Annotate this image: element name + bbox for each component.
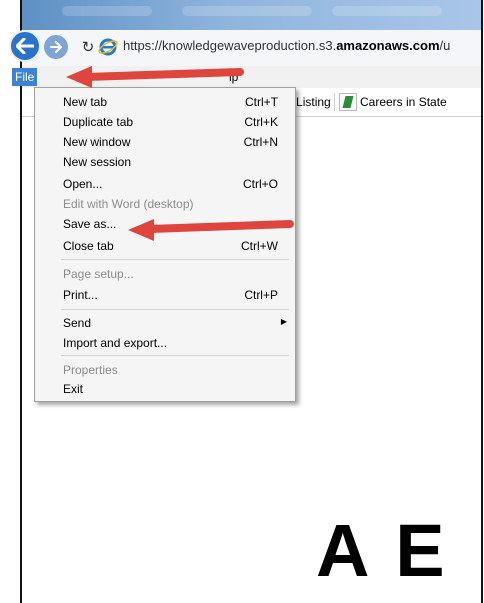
menu-file[interactable]: File — [12, 68, 38, 86]
menu-item-label: Save as... — [63, 217, 117, 231]
menu-item-shortcut: Ctrl+N — [243, 135, 278, 149]
menu-item-label: New session — [63, 155, 132, 169]
menu-item-print[interactable]: Print... Ctrl+P — [35, 285, 295, 305]
menu-help[interactable]: lp — [229, 68, 238, 86]
menu-item-label: New window — [63, 135, 131, 149]
menu-bar — [22, 66, 481, 89]
menu-item-shortcut: Ctrl+T — [245, 95, 278, 109]
menu-item-page-setup: Page setup... — [35, 264, 295, 284]
menu-separator — [61, 309, 289, 310]
url-domain: amazonaws.com — [336, 38, 440, 53]
menu-item-send[interactable]: Send ▶ — [35, 313, 295, 333]
menu-item-label: Open... — [63, 177, 103, 191]
menu-separator — [61, 355, 289, 356]
menu-item-label: Page setup... — [63, 267, 134, 281]
forward-button[interactable] — [44, 35, 68, 59]
menu-item-label: Exit — [63, 382, 84, 396]
menu-item-shortcut: Ctrl+K — [244, 115, 278, 129]
menu-item-label: Properties — [63, 363, 118, 377]
url-prefix: https://knowledgewaveproduction.s3. — [123, 38, 337, 53]
menu-item-new-tab[interactable]: New tab Ctrl+T — [35, 92, 295, 112]
menu-separator — [61, 259, 289, 260]
menu-item-save-as[interactable]: Save as... — [35, 214, 295, 234]
menu-item-label: Print... — [63, 288, 98, 302]
menu-item-label: New tab — [63, 95, 108, 109]
url-suffix: /u — [439, 38, 451, 53]
menu-item-new-window[interactable]: New window Ctrl+N — [35, 132, 295, 152]
refresh-icon[interactable]: ↻ — [80, 37, 96, 57]
menu-item-shortcut: Ctrl+O — [242, 177, 278, 191]
careers-favicon-icon — [339, 93, 357, 111]
submenu-arrow-icon: ▶ — [280, 317, 287, 326]
menu-item-label: Send — [63, 316, 92, 330]
internet-explorer-icon — [98, 38, 118, 56]
menu-item-shortcut: Ctrl+W — [241, 239, 278, 253]
back-button[interactable] — [9, 30, 41, 62]
menu-item-new-session[interactable]: New session — [35, 152, 295, 172]
menu-item-open[interactable]: Open... Ctrl+O — [35, 174, 295, 194]
url-field[interactable]: https://knowledgewaveproduction.s3.amazo… — [123, 38, 450, 53]
menu-item-duplicate-tab[interactable]: Duplicate tab Ctrl+K — [35, 112, 295, 132]
file-menu-dropdown: New tab Ctrl+T Duplicate tab Ctrl+K New … — [34, 87, 296, 402]
favorites-separator — [334, 93, 335, 111]
menu-item-close-tab[interactable]: Close tab Ctrl+W — [35, 236, 295, 256]
menu-item-properties: Properties — [35, 360, 295, 380]
menu-item-label: Duplicate tab — [63, 115, 134, 129]
title-bar — [22, 0, 481, 30]
menu-item-label: Edit with Word (desktop) — [63, 197, 194, 211]
menu-item-exit[interactable]: Exit — [35, 379, 295, 399]
menu-item-edit-with-word: Edit with Word (desktop) — [35, 194, 295, 214]
forward-arrow-icon — [50, 41, 62, 53]
menu-item-shortcut: Ctrl+P — [244, 288, 278, 302]
menu-item-label: Close tab — [63, 239, 114, 253]
favorite-item-careers[interactable]: Careers in State — [360, 95, 447, 109]
page-heading: A E — [316, 509, 449, 592]
menu-item-label: Import and export... — [63, 336, 168, 350]
menu-item-import-export[interactable]: Import and export... — [35, 333, 295, 353]
back-arrow-icon — [16, 38, 34, 54]
